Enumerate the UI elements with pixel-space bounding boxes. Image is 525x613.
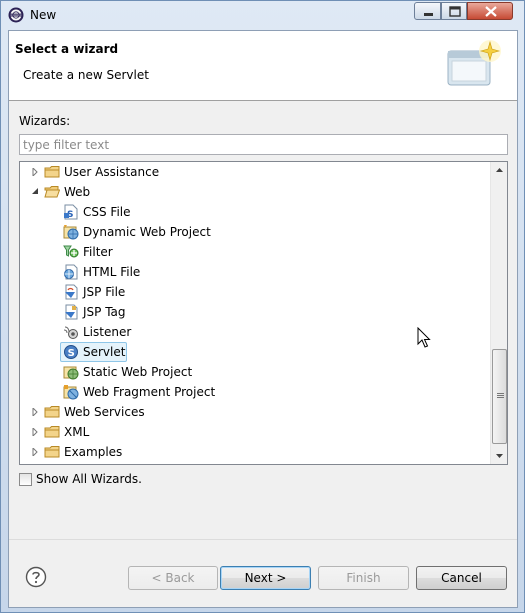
help-icon[interactable] [25, 566, 47, 588]
show-all-checkbox[interactable] [19, 473, 32, 486]
tree-item-label: Web [64, 185, 91, 199]
collapse-arrow-icon [32, 188, 38, 194]
jsp-file-icon [65, 284, 78, 300]
servlet-icon: S [64, 345, 78, 359]
window-title: New [30, 8, 57, 22]
tree-item-label: Web Fragment Project [83, 385, 216, 399]
tree-item-label: Static Web Project [83, 365, 193, 379]
title-bar[interactable]: New [1, 1, 524, 30]
tree-item-label: Filter [83, 245, 113, 259]
new-wizard-window: New Select a wizard Create a new Servlet… [0, 0, 525, 613]
filter-icon [63, 245, 79, 258]
folder-icon [44, 426, 60, 438]
cancel-button[interactable]: Cancel [416, 566, 507, 590]
close-icon [485, 6, 497, 17]
banner-title: Select a wizard [15, 42, 119, 56]
next-button[interactable]: Next > [220, 566, 311, 590]
maximize-icon [449, 6, 461, 17]
expand-arrow-icon [32, 168, 38, 176]
filter-input[interactable] [19, 134, 508, 155]
static-web-project-icon [63, 366, 79, 380]
tree-item-label: XML [64, 425, 90, 439]
tree-item-label: HTML File [83, 265, 141, 279]
tree-item-label: Listener [83, 325, 132, 339]
wizards-label: Wizards: [19, 114, 71, 128]
grip-line [497, 393, 504, 394]
tree-item-label: Servlet [83, 345, 126, 359]
tree-item-label: CSS File [83, 205, 131, 219]
eclipse-icon [8, 7, 24, 23]
tree-item-label: JSP Tag [83, 305, 126, 319]
scrollbar-thumb[interactable] [492, 349, 507, 444]
close-button[interactable] [467, 2, 513, 20]
wizard-tree: User Assistance Web S CSS File Dynamic W… [19, 161, 508, 465]
grip-line [497, 397, 504, 398]
html-file-icon [64, 264, 78, 280]
folder-open-icon [44, 186, 60, 198]
tree-item-servlet[interactable]: S Servlet [20, 342, 220, 362]
folder-icon [44, 406, 60, 418]
web-fragment-project-icon [63, 385, 79, 400]
minimize-button[interactable] [414, 2, 441, 20]
tree-item-label: Web Services [64, 405, 145, 419]
back-button[interactable]: < Back [128, 566, 218, 590]
wizard-banner: Select a wizard Create a new Servlet [9, 31, 517, 101]
grip-line [497, 395, 504, 396]
show-all-label: Show All Wizards. [36, 472, 142, 486]
folder-icon [44, 166, 60, 178]
maximize-button[interactable] [441, 2, 467, 20]
banner-description: Create a new Servlet [23, 68, 149, 82]
expand-arrow-icon [32, 428, 38, 436]
dialog-client-area: Select a wizard Create a new Servlet Wiz… [8, 30, 518, 608]
listener-icon [63, 326, 78, 339]
expand-arrow-icon [32, 408, 38, 416]
tree-item-label: Dynamic Web Project [83, 225, 211, 239]
button-bar-separator [9, 539, 517, 540]
folder-icon [44, 446, 60, 458]
tree-item-label: User Assistance [64, 165, 160, 179]
jsp-tag-icon [65, 304, 78, 320]
finish-button[interactable]: Finish [318, 566, 409, 590]
tree-item-label: JSP File [83, 285, 126, 299]
scroll-down-arrow-icon[interactable] [491, 447, 508, 464]
svg-text:S: S [68, 348, 75, 359]
scroll-up-arrow-icon[interactable] [491, 162, 508, 179]
web-project-icon [63, 225, 79, 240]
tree-item-label: Examples [64, 445, 123, 459]
mouse-cursor-icon [417, 327, 431, 348]
minimize-icon [424, 13, 433, 16]
new-wizard-banner-icon [447, 40, 501, 86]
css-file-icon: S [64, 204, 78, 220]
expand-arrow-icon [32, 448, 38, 456]
tree-vertical-scrollbar[interactable] [490, 162, 507, 464]
